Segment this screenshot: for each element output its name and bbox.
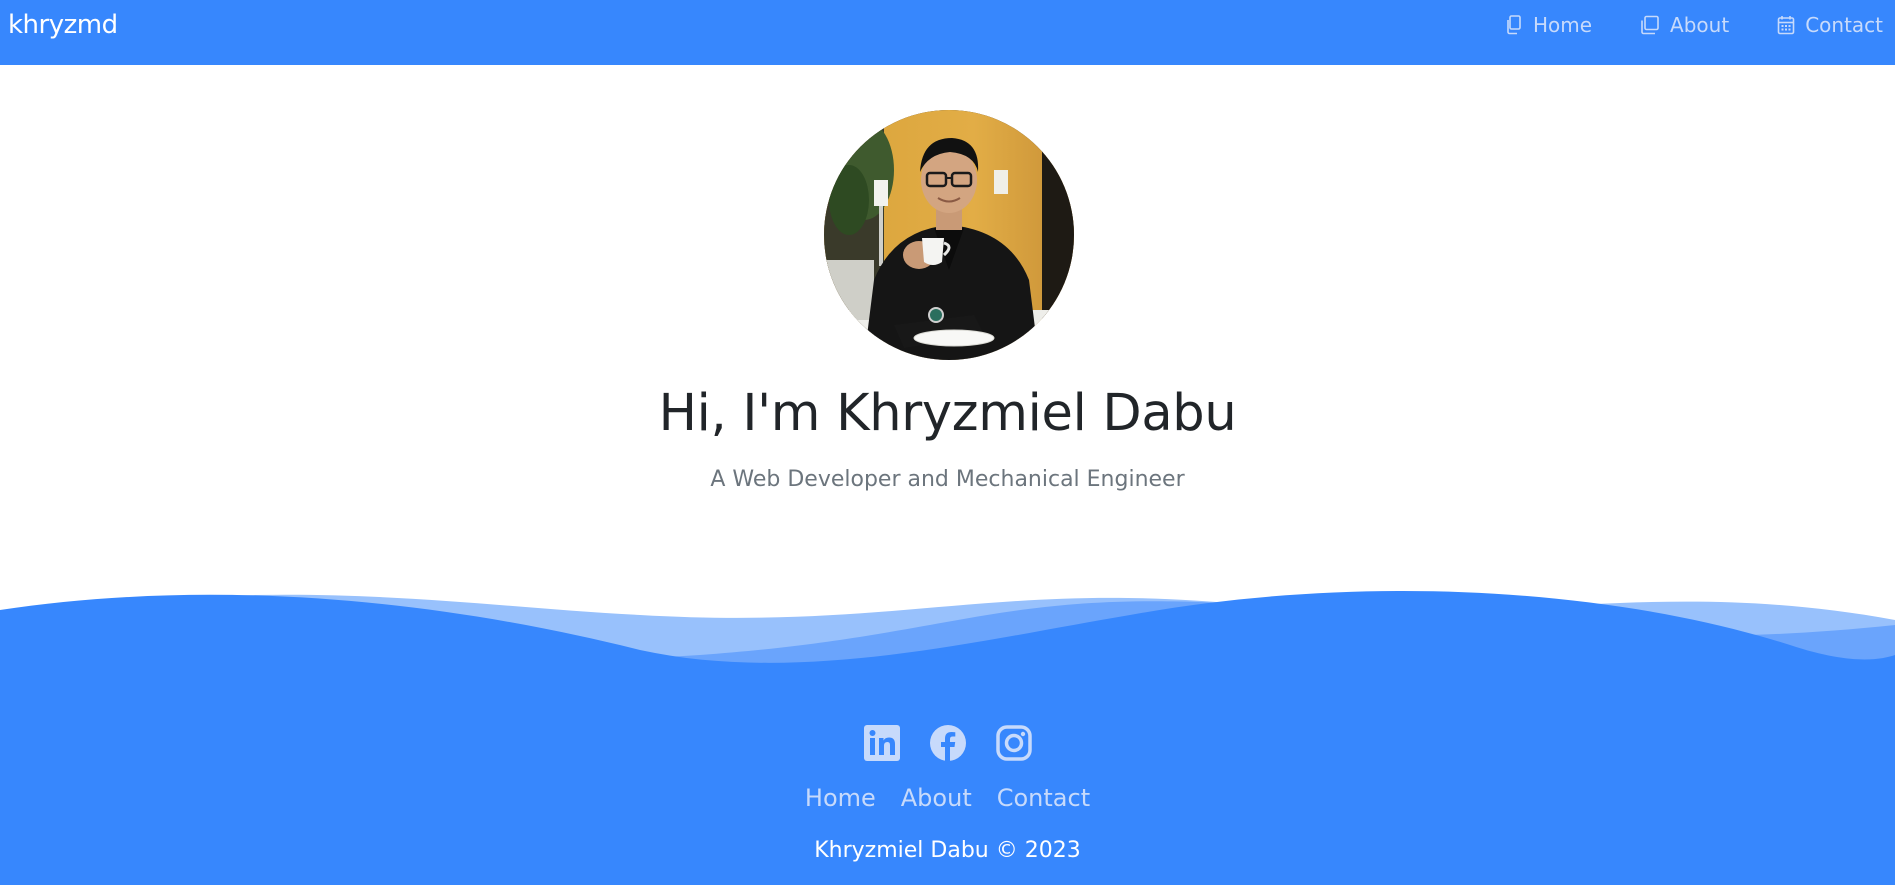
nav-links: Home About Contact xyxy=(1457,13,1883,37)
copy-icon xyxy=(1641,15,1659,35)
footer-link-about[interactable]: About xyxy=(901,783,972,813)
nav-link-label: Home xyxy=(1532,13,1593,37)
nav-link-contact[interactable]: Contact xyxy=(1777,13,1883,37)
nav-link-label: About xyxy=(1670,13,1730,37)
facebook-link[interactable] xyxy=(929,725,966,761)
copyright: Khryzmiel Dabu © 2023 xyxy=(814,838,1081,863)
hero-subtitle: A Web Developer and Mechanical Engineer xyxy=(710,467,1185,492)
footer-nav: Home About Contact xyxy=(0,783,1895,813)
facebook-icon xyxy=(929,725,966,761)
instagram-link[interactable] xyxy=(995,725,1032,761)
linkedin-link[interactable] xyxy=(863,725,900,761)
navbar: khryzmd Home About Contact xyxy=(0,0,1895,65)
hero-title: Hi, I'm Khryzmiel Dabu xyxy=(658,384,1237,443)
linkedin-icon xyxy=(863,725,900,761)
avatar xyxy=(824,110,1074,360)
brand-link[interactable]: khryzmd xyxy=(8,12,118,38)
footer-link-contact[interactable]: Contact xyxy=(997,783,1090,813)
profile-photo xyxy=(824,110,1074,360)
nav-link-home[interactable]: Home xyxy=(1505,13,1592,37)
calendar-icon xyxy=(1777,16,1795,35)
social-links xyxy=(0,725,1895,761)
footer-link-home[interactable]: Home xyxy=(805,783,876,813)
nav-link-about[interactable]: About xyxy=(1640,13,1729,37)
nav-link-label: Contact xyxy=(1805,13,1883,37)
instagram-icon xyxy=(995,725,1032,761)
files-icon xyxy=(1507,15,1521,35)
